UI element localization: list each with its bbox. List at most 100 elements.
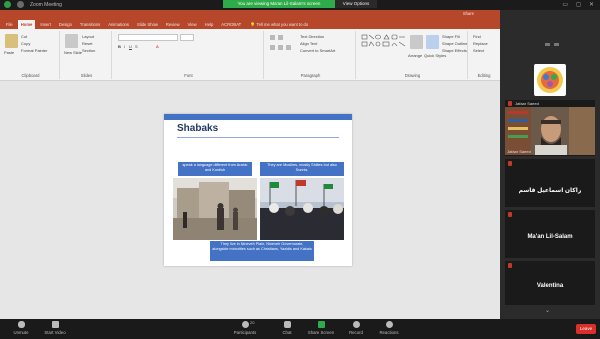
meeting-toolbar: Unmute Start Video 20 Participants Chat … [0,319,600,339]
quick-styles-icon[interactable] [426,35,439,49]
participants-icon [241,321,249,328]
tab-design[interactable]: Design [56,20,75,29]
tab-animations[interactable]: Animations [105,20,132,29]
copy-button[interactable]: Copy [21,41,30,46]
participant-video-label: Jafaar Saeed [507,149,531,154]
format-painter-button[interactable]: Format Painter [21,48,47,53]
shape-fill-button[interactable]: Shape Fill [442,34,460,39]
quick-styles-button[interactable]: Quick Styles [424,53,446,58]
italic-button[interactable]: I [124,44,125,49]
text-direction-button[interactable]: Text Direction [300,34,324,39]
bullets-icon[interactable] [270,35,275,40]
align-text-button[interactable]: Align Text [300,41,317,46]
participant-tile-2[interactable]: راكان اسماعيل قاسم [505,159,595,207]
font-name-box[interactable] [118,34,178,41]
align-right-icon[interactable] [286,45,291,50]
participant-tile-3[interactable]: Ma'an Lil-Salam [505,210,595,258]
record-button[interactable]: Record [339,321,373,338]
speaker-toggle-icon[interactable] [554,43,559,46]
participants-button[interactable]: 20 Participants [228,320,262,338]
replace-button[interactable]: Replace [473,41,488,46]
participant-tile-video[interactable]: Jafaar Saeed Jafaar Saeed [505,100,595,156]
tab-transitions[interactable]: Transitions [77,20,103,29]
arrange-button[interactable]: Arrange [408,53,422,58]
section-button[interactable]: Section [82,48,95,53]
record-label: Record [349,330,363,335]
share-screen-button[interactable]: Share Screen [304,321,338,338]
slide-title: Shabaks [177,123,219,134]
leave-button[interactable]: Leave [576,324,596,334]
tab-review[interactable]: Review [163,20,183,29]
view-options-button[interactable]: View Options [335,0,377,8]
reset-button[interactable]: Reset [82,41,92,46]
close-icon[interactable]: ✕ [589,1,594,8]
zoom-top-left: Zoom Meeting [4,1,62,8]
font-color-button[interactable]: A [156,44,159,49]
group-label-drawing: Drawing [404,73,421,78]
align-left-icon[interactable] [270,45,275,50]
muted-mic-icon-3 [508,212,512,217]
zoom-window: Zoom Meeting You are viewing Ma'an Lil-S… [0,0,600,339]
start-video-button[interactable]: Start Video [38,321,72,338]
caption-location: They live in Nineveh Plain, Nineveh Gove… [210,241,314,261]
convert-smartart-button[interactable]: Convert to SmartArt [300,48,335,53]
font-size-box[interactable] [180,34,194,41]
ribbon: Paste Cut Copy Format Painter Clipboard … [0,29,500,81]
new-slide-label[interactable]: New Slide [64,50,82,55]
chat-label: Chat [282,330,292,335]
caption-religion: They are Muslims, mostly Shiites but als… [260,162,344,176]
group-label-paragraph: Paragraph [300,73,321,78]
arrange-icon[interactable] [410,35,423,49]
participants-label: Participants [233,330,257,335]
align-center-icon[interactable] [278,45,283,50]
paste-icon[interactable] [5,34,18,48]
tab-insert[interactable]: Insert [37,20,53,29]
reactions-label: Reactions [379,330,399,335]
tell-me-search[interactable]: 💡 Tell me what you want to do [250,22,308,28]
participant-tile-4[interactable]: Valentina [505,261,595,305]
layout-button[interactable]: Layout [82,34,94,39]
reactions-button[interactable]: Reactions [372,321,406,338]
chat-icon [283,321,291,328]
tab-slide-show[interactable]: Slide Show [134,20,161,29]
start-video-label: Start Video [44,330,66,335]
organization-logo [534,64,566,96]
bold-button[interactable]: B [118,44,121,49]
shapes-gallery[interactable] [361,34,407,58]
chat-button[interactable]: Chat [270,321,304,338]
share-screen-label: Share Screen [307,330,335,335]
video-sidebar: Jafaar Saeed Jafaar Saeed راكان اسماعيل … [500,10,600,319]
info-icon[interactable] [17,1,24,8]
unmute-label: Unmute [13,330,29,335]
scroll-down-icon[interactable]: ⌄ [545,307,550,314]
tab-acrobat[interactable]: ACROBAT [218,20,244,29]
participant-video [505,107,595,155]
paste-label[interactable]: Paste [4,50,14,55]
tab-view[interactable]: View [185,20,200,29]
find-button[interactable]: Find [473,34,481,39]
window-controls: ▭ ◻ ✕ [562,1,594,8]
tab-home[interactable]: Home [17,20,36,29]
group-slides: New Slide Layout Reset Section Slides [62,31,112,79]
group-label-clipboard: Clipboard [21,73,40,78]
maximize-icon[interactable]: ◻ [576,1,581,8]
group-editing: Find Replace Select Editing [470,31,498,79]
shape-outline-button[interactable]: Shape Outline [442,41,467,46]
slide: Shabaks speak a language different from … [164,114,352,266]
unmute-button[interactable]: Unmute [4,321,38,338]
cut-button[interactable]: Cut [21,34,27,39]
select-button[interactable]: Select [473,48,484,53]
crowd-photo [260,178,344,240]
new-slide-icon[interactable] [65,34,78,48]
shape-effects-button[interactable]: Shape Effects [442,48,467,53]
minimize-icon[interactable]: ▭ [562,1,568,8]
shield-icon[interactable] [4,1,11,8]
numbering-icon[interactable] [278,35,283,40]
share-button[interactable]: Share [463,11,474,16]
video-camera-icon [51,321,59,328]
underline-button[interactable]: U [129,44,132,49]
tab-file[interactable]: File [3,20,16,29]
gallery-toggle-icon[interactable] [545,43,550,46]
tab-help[interactable]: Help [202,20,217,29]
strike-button[interactable]: S [135,44,138,49]
